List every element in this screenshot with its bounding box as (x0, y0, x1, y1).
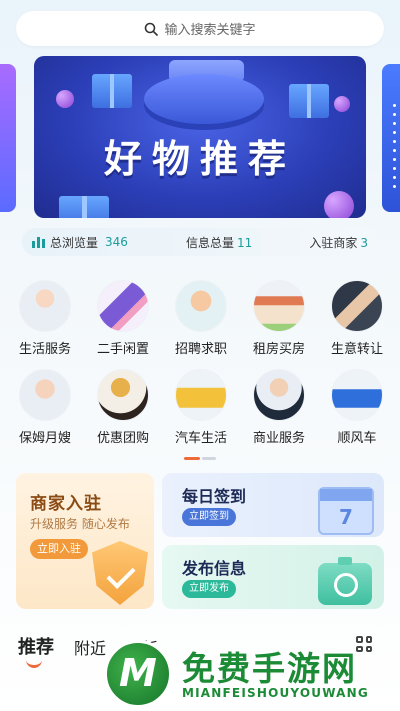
checkin-button[interactable]: 立即签到 (182, 508, 236, 526)
category-group-buy[interactable]: 优惠团购 (85, 369, 161, 446)
publish-info-card[interactable]: 发布信息 立即发布 (162, 545, 384, 609)
house-icon (253, 280, 305, 332)
category-second-hand[interactable]: 二手闲置 (85, 280, 161, 357)
merchant-join-card[interactable]: 商家入驻 升级服务 随心发布 立即入驻 (16, 473, 154, 609)
category-business-service[interactable]: 商业服务 (241, 369, 317, 446)
decor-ball (56, 90, 74, 108)
daily-checkin-card[interactable]: 每日签到 立即签到 7 (162, 473, 384, 537)
stat-info-total: 信息总量 11 (186, 235, 253, 250)
tab-recommend[interactable]: 推荐 (18, 633, 54, 668)
merchant-subtitle: 升级服务 随心发布 (30, 517, 130, 531)
yellow-car-icon (175, 369, 227, 421)
businessman-icon (253, 369, 305, 421)
merchant-title: 商家入驻 (30, 494, 102, 514)
category-car-life[interactable]: 汽车生活 (163, 369, 239, 446)
smartphone-icon (97, 280, 149, 332)
banner-title: 好物推荐 (103, 137, 296, 181)
decor-ball (334, 96, 350, 112)
watermark: M 免费手游网 MIANFEISHOUYOUWANG (104, 640, 396, 711)
publish-title: 发布信息 (182, 559, 247, 578)
bar-chart-icon (32, 237, 45, 248)
category-recruitment[interactable]: 招聘求职 (163, 280, 239, 357)
category-nanny[interactable]: 保姆月嫂 (7, 369, 83, 446)
wine-food-icon (97, 369, 149, 421)
category-housing[interactable]: 租房买房 (241, 280, 317, 357)
camera-icon (318, 557, 372, 605)
join-us-icon (175, 280, 227, 332)
banner-prev-slide[interactable] (0, 64, 16, 212)
nurse-avatar-icon (19, 280, 71, 332)
promo-banner[interactable]: 好物推荐 (34, 56, 366, 218)
search-placeholder: 输入搜索关键字 (164, 23, 256, 38)
category-carpool[interactable]: 顺风车 (319, 369, 395, 446)
stat-merchants: 入驻商家 3 (309, 235, 368, 250)
calendar-icon: 7 (318, 487, 374, 535)
category-life-service[interactable]: 生活服务 (7, 280, 83, 357)
checkin-title: 每日签到 (182, 487, 247, 506)
watermark-logo: M (104, 640, 172, 708)
category-business-transfer[interactable]: 生意转让 (319, 280, 395, 357)
join-now-button[interactable]: 立即入驻 (30, 539, 88, 559)
handshake-icon (331, 280, 383, 332)
tab-nearby[interactable]: 附近 (74, 635, 106, 659)
search-icon (145, 22, 159, 36)
podium (144, 74, 264, 124)
gift-box-icon (59, 196, 109, 218)
banner-next-slide[interactable] (382, 64, 400, 212)
gift-box-icon (289, 84, 329, 118)
gift-box-icon (92, 74, 132, 108)
category-pager (184, 457, 216, 460)
stat-views: 总浏览量 346 (32, 234, 150, 251)
slide-dots (393, 104, 396, 188)
watermark-subtitle: MIANFEISHOUYOUWANG (182, 686, 369, 700)
search-bar[interactable]: 输入搜索关键字 (16, 11, 384, 46)
watermark-title: 免费手游网 (182, 649, 357, 688)
publish-button[interactable]: 立即发布 (182, 580, 236, 598)
nanny-avatar-icon (19, 369, 71, 421)
blue-car-icon (331, 369, 383, 421)
decor-ball (324, 191, 354, 218)
shield-check-icon (92, 541, 148, 605)
stats-bar: 总浏览量 346 信息总量 11 入驻商家 3 (22, 228, 378, 256)
